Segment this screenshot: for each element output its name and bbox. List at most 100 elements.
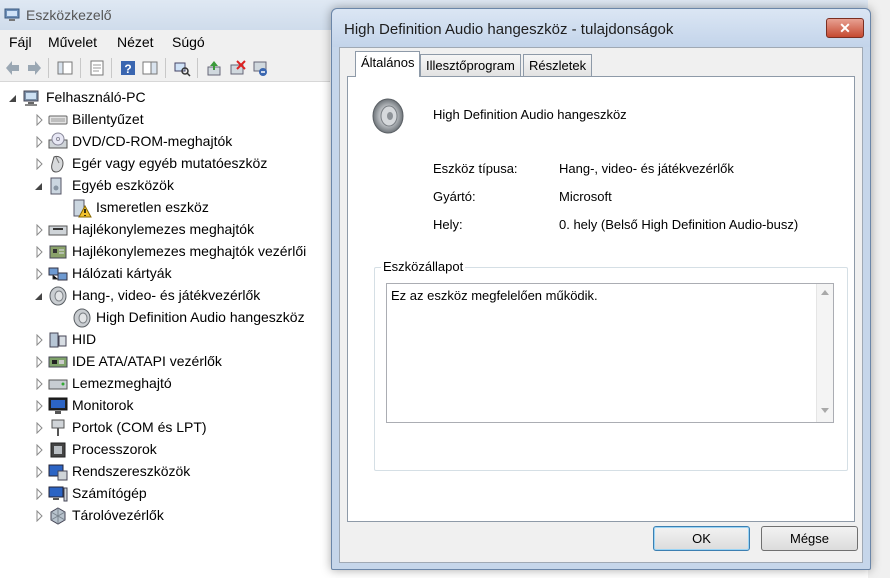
dialog-body: Általános Illesztőprogram Részletek High… (339, 47, 863, 563)
collapsed-arrow-icon[interactable] (34, 224, 44, 236)
collapsed-arrow-icon[interactable] (34, 158, 44, 170)
ide-controller-icon (48, 356, 68, 368)
device-status-textbox[interactable]: Ez az eszköz megfelelően működik. (386, 283, 834, 423)
scan-hardware-icon[interactable] (173, 59, 191, 77)
tree-root-label: Felhasználó-PC (46, 89, 146, 105)
tree-item-portok-com-es-lpt[interactable]: Portok (COM és LPT) (34, 417, 330, 439)
collapsed-arrow-icon[interactable] (34, 356, 44, 368)
update-driver-icon[interactable] (205, 59, 223, 77)
cancel-button[interactable]: Mégse (761, 526, 858, 551)
tree-item-monitorok[interactable]: Monitorok (34, 395, 330, 417)
properties-icon[interactable] (88, 59, 106, 77)
unknown-device-warning-icon (73, 199, 92, 218)
tree-item-ide-ata-atapi-vezerlok[interactable]: IDE ATA/ATAPI vezérlők (34, 351, 330, 373)
tree-item-label: Hajlékonylemezes meghajtók (72, 221, 255, 237)
tree-item-label: Számítógép (72, 485, 147, 501)
tree-item-label: HID (72, 331, 97, 347)
sound-controller-icon (49, 286, 67, 306)
tree-item-halozati-kartyak[interactable]: Hálózati kártyák (34, 263, 330, 285)
tree-item-label: Billentyűzet (72, 111, 144, 127)
location-value: 0. hely (Belső High Definition Audio-bus… (559, 217, 799, 232)
device-name: High Definition Audio hangeszköz (433, 107, 627, 122)
collapsed-arrow-icon[interactable] (34, 378, 44, 390)
other-devices-icon (50, 177, 62, 195)
dialog-titlebar[interactable]: High Definition Audio hangeszköz - tulaj… (332, 9, 870, 47)
show-hide-console-tree-icon[interactable] (56, 59, 74, 77)
status-scrollbar[interactable] (816, 284, 833, 422)
collapsed-arrow-icon[interactable] (34, 268, 44, 280)
mouse-icon (51, 155, 64, 173)
storage-controller-icon (50, 507, 66, 525)
forward-arrow-icon[interactable] (25, 59, 43, 77)
expanded-arrow-icon[interactable] (34, 290, 44, 302)
collapsed-arrow-icon[interactable] (34, 246, 44, 258)
collapsed-arrow-icon[interactable] (34, 114, 44, 126)
collapsed-arrow-icon[interactable] (34, 334, 44, 346)
tree-item-egyeb-eszkozok[interactable]: Egyéb eszközök (34, 175, 330, 197)
tab-general-label: Általános (361, 55, 415, 70)
collapsed-arrow-icon[interactable] (34, 444, 44, 456)
tree-item-label: Egyéb eszközök (72, 177, 174, 193)
menu-view[interactable]: Nézet (117, 34, 154, 50)
menu-help[interactable]: Súgó (172, 34, 205, 50)
scroll-up-arrow-icon[interactable] (821, 290, 829, 295)
disable-device-icon[interactable] (251, 59, 269, 77)
tree-item-high-definition-audio-hangeszkoz[interactable]: High Definition Audio hangeszköz (58, 307, 330, 329)
expanded-arrow-icon[interactable] (34, 180, 44, 192)
uninstall-device-icon[interactable] (228, 59, 246, 77)
collapsed-arrow-icon[interactable] (34, 400, 44, 412)
close-icon: ✕ (839, 20, 851, 36)
menu-file[interactable]: Fájl (9, 34, 32, 50)
toolbar-separator (197, 58, 198, 78)
tree-item-label: DVD/CD-ROM-meghajtók (72, 133, 233, 149)
action-pane-icon[interactable] (141, 59, 159, 77)
tree-item-szamitogep[interactable]: Számítógép (34, 483, 330, 505)
back-arrow-icon[interactable] (4, 59, 22, 77)
collapsed-arrow-icon[interactable] (34, 510, 44, 522)
expanded-arrow-icon[interactable] (8, 92, 18, 104)
monitor-icon (48, 397, 68, 414)
close-button[interactable]: ✕ (826, 18, 864, 38)
tab-driver-label: Illesztőprogram (426, 58, 515, 73)
port-icon (51, 419, 65, 436)
scroll-down-arrow-icon[interactable] (821, 408, 829, 413)
tree-item-lemezmeghajto[interactable]: Lemezmeghajtó (34, 373, 330, 395)
tree-item-hajlekonylemezes-meghajtok[interactable]: Hajlékonylemezes meghajtók (34, 219, 330, 241)
tree-item-rendszereszkozok[interactable]: Rendszereszközök (34, 461, 330, 483)
tree-item-label: Rendszereszközök (72, 463, 191, 479)
background-window-edge (868, 0, 890, 578)
tree-item-processzorok[interactable]: Processzorok (34, 439, 330, 461)
toolbar-separator (80, 58, 81, 78)
tree-item-label: Tárolóvezérlők (72, 507, 164, 523)
disk-drive-icon (48, 379, 68, 390)
tree-item-eger-vagy-egyeb-mutatoeszkoz[interactable]: Egér vagy egyéb mutatóeszköz (34, 153, 330, 175)
tab-general[interactable]: Általános (355, 51, 421, 77)
network-adapter-icon (48, 267, 68, 281)
tree-item-ismeretlen-eszkoz[interactable]: Ismeretlen eszköz (58, 197, 330, 219)
collapsed-arrow-icon[interactable] (34, 422, 44, 434)
tree-item-hid[interactable]: HID (34, 329, 330, 351)
tab-details-label: Részletek (529, 58, 587, 73)
collapsed-arrow-icon[interactable] (34, 136, 44, 148)
tree-item-label: Processzorok (72, 441, 157, 457)
tab-driver[interactable]: Illesztőprogram (420, 54, 521, 76)
general-tab-panel: High Definition Audio hangeszköz Eszköz … (347, 76, 855, 522)
menu-action[interactable]: Művelet (48, 34, 97, 50)
ok-button[interactable]: OK (653, 526, 750, 551)
tree-item-tarolovezerlok[interactable]: Tárolóvezérlők (34, 505, 330, 527)
tree-item-hang-video-es-jatekvezerlok[interactable]: Hang-, video- és játékvezérlők (34, 285, 330, 307)
device-tree: Felhasználó-PC Billentyűzet DVD/CD-ROM-me… (0, 85, 330, 545)
location-label: Hely: (433, 217, 463, 232)
toolbar-separator (165, 58, 166, 78)
collapsed-arrow-icon[interactable] (34, 488, 44, 500)
tree-item-billentyuzet[interactable]: Billentyűzet (34, 109, 330, 131)
tree-item-label: Hálózati kártyák (72, 265, 172, 281)
collapsed-arrow-icon[interactable] (34, 466, 44, 478)
device-manager-title: Eszközkezelő (26, 7, 112, 23)
tab-details[interactable]: Részletek (523, 54, 593, 76)
tree-item-dvd-cd-rom-meghajtok[interactable]: DVD/CD-ROM-meghajtók (34, 131, 330, 153)
hid-icon (49, 332, 67, 348)
tree-item-hajlekonylemezes-meghajtok-vezerloi[interactable]: Hajlékonylemezes meghajtók vezérlői (34, 241, 330, 263)
help-icon[interactable]: ? (119, 59, 137, 77)
tree-root[interactable]: Felhasználó-PC (8, 87, 308, 109)
